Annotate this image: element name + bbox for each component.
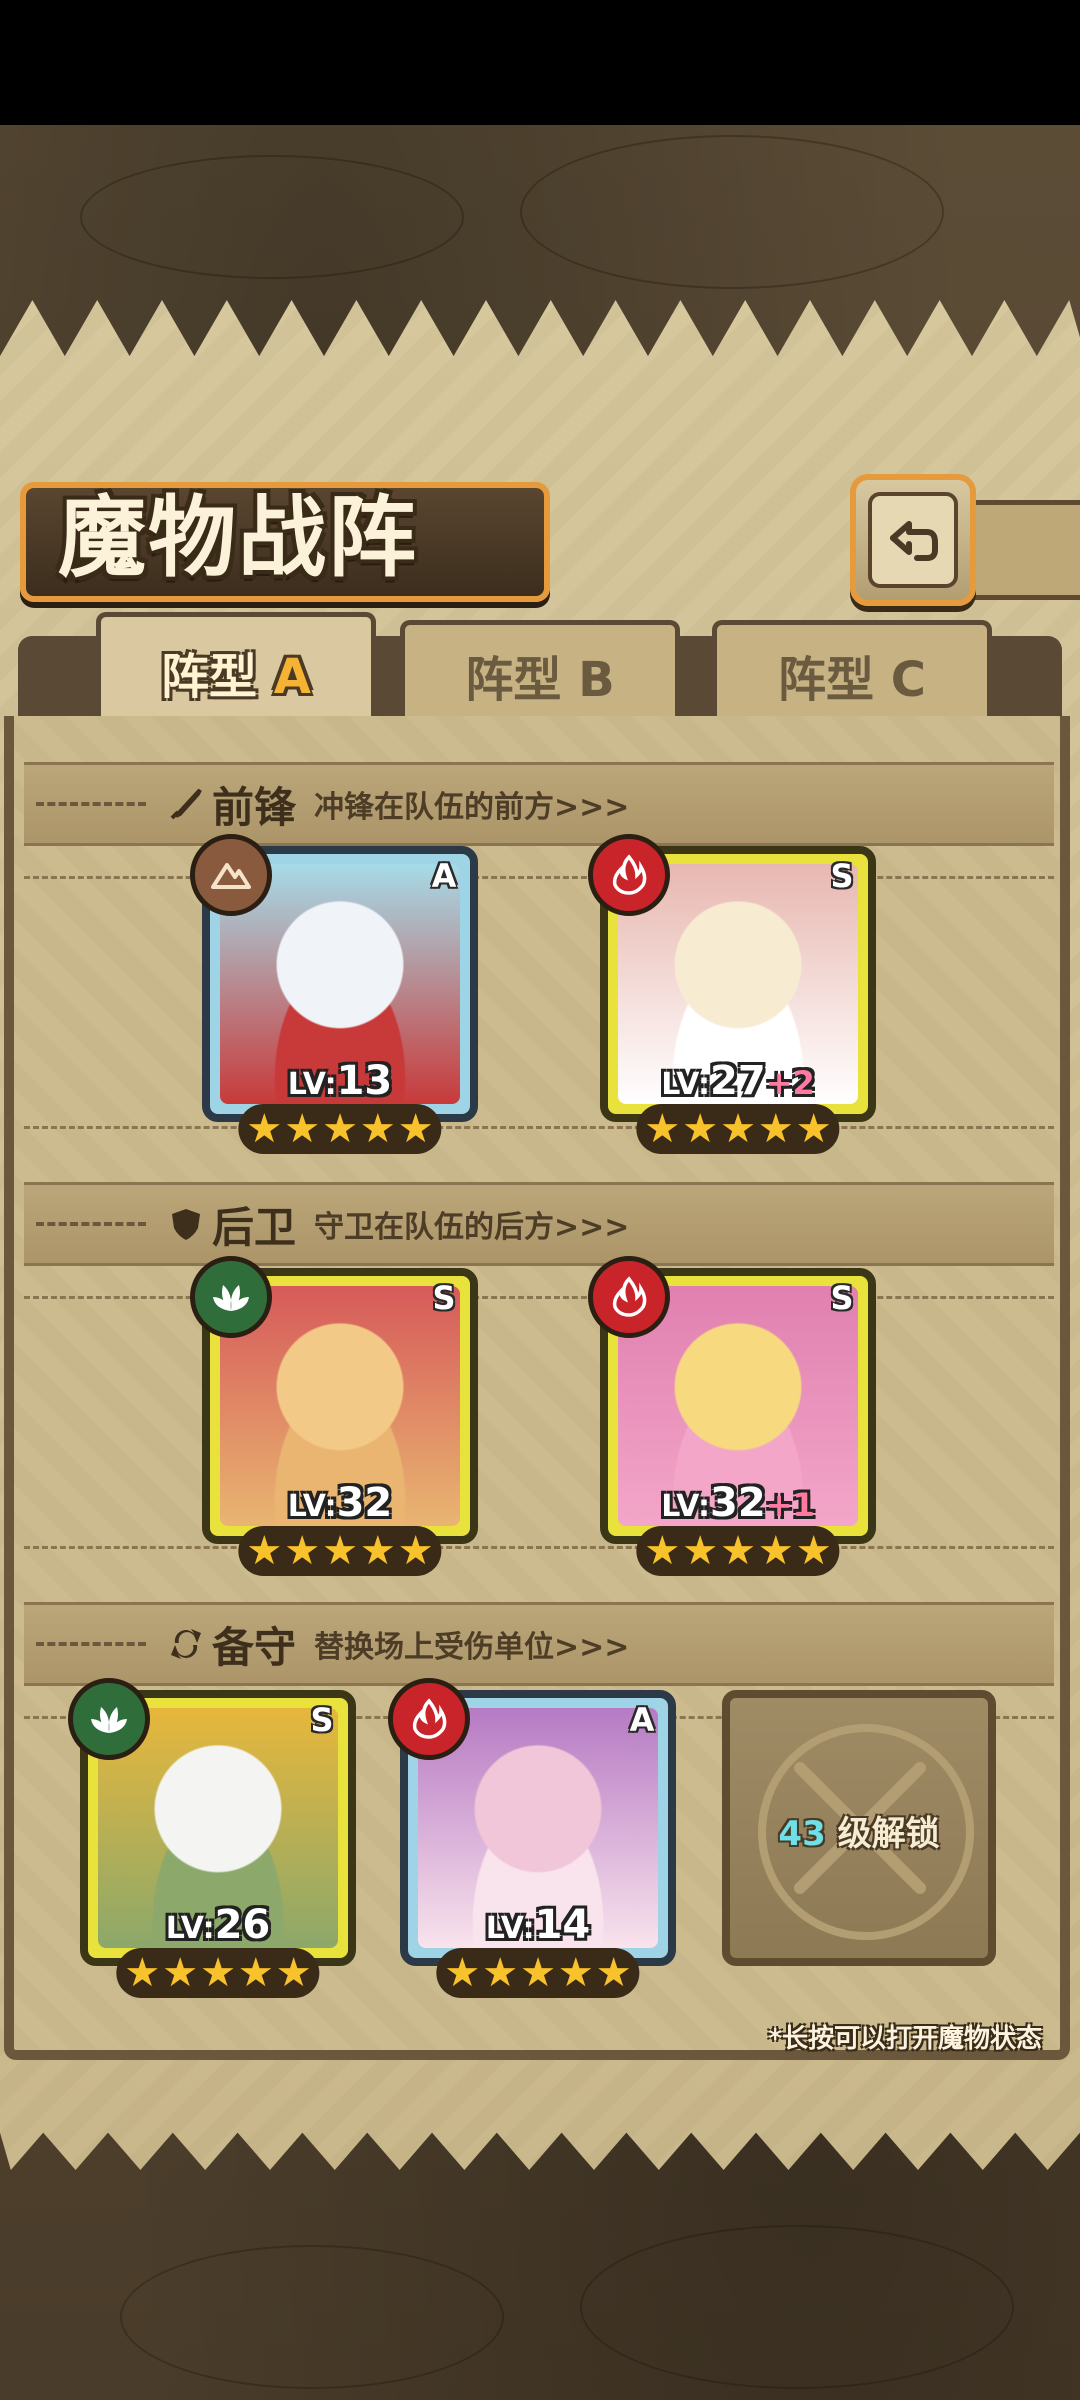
sword-icon xyxy=(166,784,206,824)
divider xyxy=(24,1126,1054,1129)
tab-label: 阵型 A xyxy=(161,649,311,705)
fire-element-icon xyxy=(588,1256,670,1338)
tab-label: 阵型 C xyxy=(778,652,926,708)
rank-badge: S xyxy=(830,857,854,895)
level-label: LV:13 xyxy=(287,1058,393,1104)
star-rating: ★ ★ ★ ★ ★ xyxy=(436,1948,640,1998)
grass-element-icon xyxy=(190,1256,272,1338)
star-icon: ★ xyxy=(757,1528,794,1574)
monster-card[interactable]: A LV:14 ★ ★ ★ ★ ★ xyxy=(388,1678,676,1998)
star-icon: ★ xyxy=(720,1106,756,1152)
monster-card[interactable]: S LV:26 ★ ★ ★ ★ ★ xyxy=(68,1678,356,1998)
fire-element-icon xyxy=(588,834,670,916)
section-description: 守卫在队伍的后方>>> xyxy=(314,1210,630,1245)
section-header-reserve: 备守 替换场上受伤单位>>> xyxy=(24,1602,1054,1686)
star-icon: ★ xyxy=(162,1950,199,1996)
earth-element-icon xyxy=(190,834,272,916)
star-icon: ★ xyxy=(246,1106,283,1152)
divider xyxy=(24,1546,1054,1549)
star-icon: ★ xyxy=(284,1106,321,1152)
tab-label: 阵型 B xyxy=(465,652,615,708)
star-icon: ★ xyxy=(795,1528,832,1574)
star-rating: ★ ★ ★ ★ ★ xyxy=(636,1526,840,1576)
section-header-front: 前锋 冲锋在队伍的前方>>> xyxy=(24,762,1054,846)
divider xyxy=(36,802,146,806)
divider xyxy=(24,876,1054,879)
monster-card[interactable]: S LV:27+2 ★ ★ ★ ★ ★ xyxy=(588,834,876,1154)
divider xyxy=(36,1642,146,1646)
section-description: 替换场上受伤单位>>> xyxy=(314,1630,630,1665)
star-rating: ★ ★ ★ ★ ★ xyxy=(636,1104,840,1154)
shield-icon xyxy=(166,1204,206,1244)
long-press-hint: *长按可以打开魔物状态 xyxy=(768,2024,1042,2054)
star-icon: ★ xyxy=(520,1950,556,1996)
star-icon: ★ xyxy=(444,1950,481,1996)
fire-element-icon xyxy=(388,1678,470,1760)
grass-element-icon xyxy=(68,1678,150,1760)
monster-card[interactable]: S LV:32+1 ★ ★ ★ ★ ★ xyxy=(588,1256,876,1576)
star-icon: ★ xyxy=(557,1950,594,1996)
level-label: LV:32 xyxy=(287,1480,393,1526)
star-icon: ★ xyxy=(720,1528,756,1574)
back-button[interactable] xyxy=(850,474,976,606)
level-label: LV:26 xyxy=(165,1902,271,1948)
star-icon: ★ xyxy=(284,1528,321,1574)
section-title: 后卫 xyxy=(212,1202,297,1252)
rank-badge: S xyxy=(310,1701,334,1739)
locked-slot[interactable]: 43 级解锁 xyxy=(722,1690,996,1966)
level-label: LV:27+2 xyxy=(661,1058,815,1104)
tab-formation-a[interactable]: 阵型 A xyxy=(96,612,376,727)
star-icon: ★ xyxy=(682,1528,719,1574)
star-icon: ★ xyxy=(595,1950,632,1996)
star-icon: ★ xyxy=(482,1950,519,1996)
tab-formation-b[interactable]: 阵型 B xyxy=(400,620,680,725)
star-icon: ★ xyxy=(795,1106,832,1152)
section-header-rear: 后卫 守卫在队伍的后方>>> xyxy=(24,1182,1054,1266)
star-icon: ★ xyxy=(397,1106,434,1152)
level-label: LV:14 xyxy=(485,1902,591,1948)
star-icon: ★ xyxy=(359,1528,396,1574)
star-icon: ★ xyxy=(237,1950,274,1996)
star-rating: ★ ★ ★ ★ ★ xyxy=(238,1526,442,1576)
rank-badge: A xyxy=(629,1701,655,1739)
star-icon: ★ xyxy=(644,1528,681,1574)
star-icon: ★ xyxy=(359,1106,396,1152)
rank-badge: S xyxy=(432,1279,456,1317)
section-title: 前锋 xyxy=(212,782,297,832)
star-rating: ★ ★ ★ ★ ★ xyxy=(238,1104,442,1154)
monster-card[interactable]: S LV:32 ★ ★ ★ ★ ★ xyxy=(190,1256,478,1576)
star-icon: ★ xyxy=(322,1106,358,1152)
star-icon: ★ xyxy=(200,1950,236,1996)
tab-formation-c[interactable]: 阵型 C xyxy=(712,620,992,725)
monster-card[interactable]: A LV:13 ★ ★ ★ ★ ★ xyxy=(190,834,478,1154)
section-description: 冲锋在队伍的前方>>> xyxy=(314,790,630,825)
star-icon: ★ xyxy=(322,1528,358,1574)
swap-icon xyxy=(166,1624,206,1664)
divider xyxy=(36,1222,146,1226)
level-label: LV:32+1 xyxy=(661,1480,815,1526)
divider xyxy=(24,1296,1054,1299)
section-title: 备守 xyxy=(212,1622,297,1672)
star-icon: ★ xyxy=(757,1106,794,1152)
rank-badge: A xyxy=(431,857,457,895)
star-icon: ★ xyxy=(275,1950,312,1996)
status-bar xyxy=(0,0,1080,125)
rank-badge: S xyxy=(830,1279,854,1317)
page-title: 魔物战阵 xyxy=(58,485,419,589)
star-rating: ★ ★ ★ ★ ★ xyxy=(116,1948,320,1998)
unlock-requirement: 43 级解锁 xyxy=(778,1814,940,1854)
star-icon: ★ xyxy=(682,1106,719,1152)
back-return-icon xyxy=(890,521,938,561)
star-icon: ★ xyxy=(246,1528,283,1574)
star-icon: ★ xyxy=(397,1528,434,1574)
star-icon: ★ xyxy=(124,1950,161,1996)
star-icon: ★ xyxy=(644,1106,681,1152)
